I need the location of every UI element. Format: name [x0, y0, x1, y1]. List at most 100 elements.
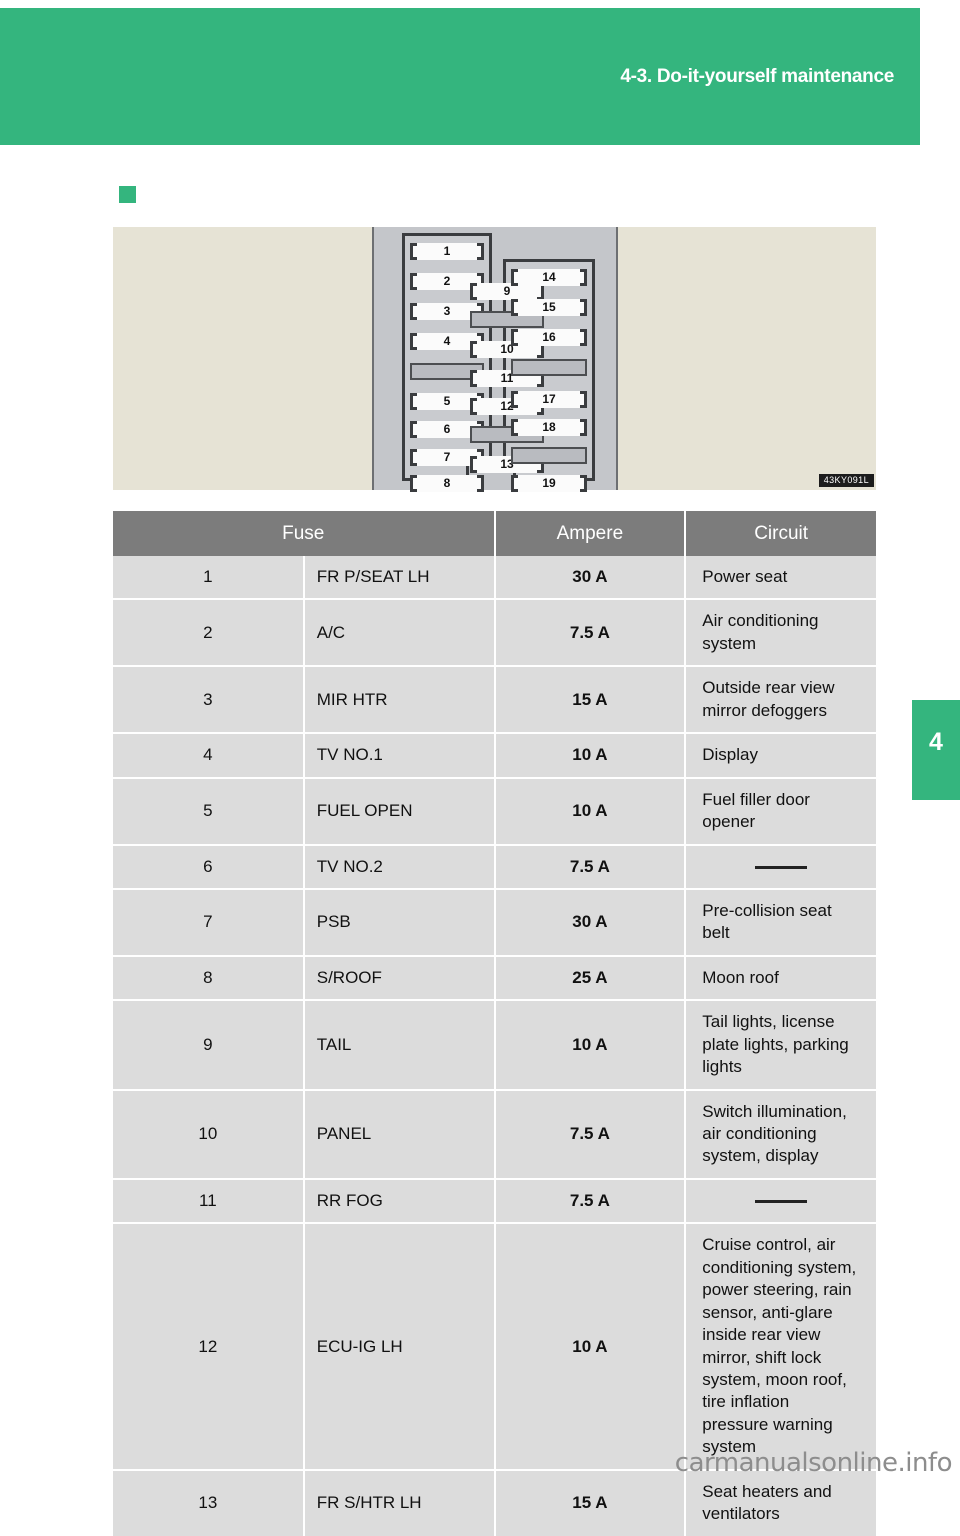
- cell-fuse-number: 4: [113, 733, 305, 779]
- fuse-slot-1: 1: [410, 243, 484, 260]
- cell-circuit: Outside rear view mirror defoggers: [685, 666, 876, 735]
- cell-fuse-number: 13: [113, 1469, 305, 1536]
- fuse-box-diagram: 1 2 3 4 5 6 7 8 9 10 11 12 13 14 15 16 1…: [378, 227, 616, 492]
- cell-fuse-name: FUEL OPEN: [303, 777, 496, 846]
- page-header-band: 4-3. Do-it-yourself maintenance: [0, 8, 920, 145]
- section-bullet-square: [119, 186, 136, 203]
- fuse-slot-17: 17: [511, 391, 587, 408]
- cell-fuse-name: PSB: [303, 888, 496, 957]
- cell-ampere: 7.5 A: [494, 1178, 687, 1225]
- cell-ampere: 7.5 A: [494, 1089, 687, 1180]
- cell-ampere: 10 A: [494, 1223, 687, 1471]
- cell-circuit: Air conditioning system: [685, 599, 876, 668]
- cell-circuit: Power seat: [685, 556, 876, 601]
- fuse-slot-19-label: 19: [542, 476, 556, 490]
- chapter-tab: 4: [912, 700, 960, 800]
- table-row: 11 RR FOG 7.5 A: [113, 1178, 876, 1225]
- fuse-slot-15-label: 15: [542, 300, 556, 314]
- table-row: 1 FR P/SEAT LH 30 A Power seat: [113, 556, 876, 601]
- cell-circuit: Moon roof: [685, 955, 876, 1002]
- cell-fuse-name: FR P/SEAT LH: [303, 556, 496, 601]
- cell-fuse-number: 11: [113, 1178, 305, 1225]
- chapter-tab-number: 4: [929, 728, 943, 756]
- fuse-specification-table: Fuse Ampere Circuit 1 FR P/SEAT LH 30 A …: [113, 511, 876, 1536]
- cell-fuse-name: TAIL: [303, 1000, 496, 1091]
- fuse-slot-15: 15: [511, 299, 587, 316]
- cell-ampere: 30 A: [494, 888, 687, 957]
- fuse-slot-17-label: 17: [542, 392, 556, 406]
- cell-fuse-name: TV NO.1: [303, 733, 496, 779]
- cell-ampere: 25 A: [494, 955, 687, 1002]
- cell-circuit: Display: [685, 733, 876, 779]
- cell-fuse-name: A/C: [303, 599, 496, 668]
- cell-fuse-name: PANEL: [303, 1089, 496, 1180]
- table-row: 13 FR S/HTR LH 15 A Seat heaters and ven…: [113, 1469, 876, 1536]
- cell-ampere: 15 A: [494, 666, 687, 735]
- cell-fuse-name: S/ROOF: [303, 955, 496, 1002]
- fuse-slot-19: 19: [511, 475, 587, 492]
- fuse-slot-14: 14: [511, 269, 587, 286]
- table-row: 9 TAIL 10 A Tail lights, license plate l…: [113, 1000, 876, 1091]
- column-header-fuse: Fuse: [113, 511, 496, 556]
- fuse-slot-1-label: 1: [443, 244, 451, 258]
- cell-fuse-number: 1: [113, 556, 305, 601]
- fuse-slot-16-label: 16: [542, 330, 556, 344]
- table-row: 12 ECU-IG LH 10 A Cruise control, air co…: [113, 1223, 876, 1471]
- table-body: 1 FR P/SEAT LH 30 A Power seat 2 A/C 7.5…: [113, 556, 876, 1536]
- cell-fuse-number: 9: [113, 1000, 305, 1091]
- figure-code-label: 43KY091L: [818, 474, 874, 487]
- cell-circuit: Switch illumination, air conditioning sy…: [685, 1089, 876, 1180]
- fuse-slot-18-label: 18: [542, 420, 556, 434]
- cell-fuse-name: RR FOG: [303, 1178, 496, 1225]
- cell-fuse-number: 10: [113, 1089, 305, 1180]
- cell-fuse-number: 7: [113, 888, 305, 957]
- table-row: 4 TV NO.1 10 A Display: [113, 733, 876, 779]
- cell-circuit-empty: [685, 844, 876, 890]
- table-row: 10 PANEL 7.5 A Switch illumination, air …: [113, 1089, 876, 1180]
- cell-ampere: 10 A: [494, 733, 687, 779]
- table-header-row: Fuse Ampere Circuit: [113, 511, 876, 556]
- cell-ampere: 15 A: [494, 1469, 687, 1536]
- fuse-slot-8-label: 8: [443, 476, 451, 490]
- table-row: 2 A/C 7.5 A Air conditioning system: [113, 599, 876, 668]
- fuse-box-panel: 1 2 3 4 5 6 7 8 9 10 11 12 13 14 15 16 1…: [372, 227, 618, 492]
- column-header-circuit: Circuit: [685, 511, 876, 556]
- fuse-slot-14-label: 14: [542, 270, 556, 284]
- empty-circuit-dash: [755, 865, 808, 869]
- fuse-slot-18: 18: [511, 419, 587, 436]
- cell-ampere: 30 A: [494, 556, 687, 601]
- fuse-box-figure: 1 2 3 4 5 6 7 8 9 10 11 12 13 14 15 16 1…: [113, 227, 876, 492]
- cell-fuse-name: ECU-IG LH: [303, 1223, 496, 1471]
- fuse-slot-8: 8: [410, 475, 484, 492]
- cell-circuit: Tail lights, license plate lights, parki…: [685, 1000, 876, 1091]
- cell-fuse-number: 8: [113, 955, 305, 1002]
- page-header-title: 4-3. Do-it-yourself maintenance: [620, 66, 894, 87]
- cell-circuit: Cruise control, air conditioning system,…: [685, 1223, 876, 1471]
- cell-ampere: 10 A: [494, 777, 687, 846]
- fuse-slot-blank-right-top: [511, 359, 587, 376]
- cell-fuse-number: 12: [113, 1223, 305, 1471]
- cell-fuse-name: MIR HTR: [303, 666, 496, 735]
- cell-fuse-name: FR S/HTR LH: [303, 1469, 496, 1536]
- cell-ampere: 7.5 A: [494, 599, 687, 668]
- cell-ampere: 10 A: [494, 1000, 687, 1091]
- table-row: 7 PSB 30 A Pre-collision seat belt: [113, 888, 876, 957]
- cell-fuse-number: 6: [113, 844, 305, 890]
- site-watermark: carmanualsonline.info: [674, 1448, 953, 1478]
- fuse-slot-blank-right-bottom: [511, 447, 587, 464]
- table-row: 3 MIR HTR 15 A Outside rear view mirror …: [113, 666, 876, 735]
- table-row: 5 FUEL OPEN 10 A Fuel filler door opener: [113, 777, 876, 846]
- fuse-slot-16: 16: [511, 329, 587, 346]
- column-header-ampere: Ampere: [494, 511, 687, 556]
- cell-fuse-number: 3: [113, 666, 305, 735]
- cell-fuse-number: 5: [113, 777, 305, 846]
- table-row: 6 TV NO.2 7.5 A: [113, 844, 876, 890]
- cell-ampere: 7.5 A: [494, 844, 687, 890]
- cell-circuit-empty: [685, 1178, 876, 1225]
- table-header: Fuse Ampere Circuit: [113, 511, 876, 556]
- table-row: 8 S/ROOF 25 A Moon roof: [113, 955, 876, 1002]
- cell-fuse-number: 2: [113, 599, 305, 668]
- cell-circuit: Seat heaters and ventilators: [685, 1469, 876, 1536]
- cell-fuse-name: TV NO.2: [303, 844, 496, 890]
- cell-circuit: Fuel filler door opener: [685, 777, 876, 846]
